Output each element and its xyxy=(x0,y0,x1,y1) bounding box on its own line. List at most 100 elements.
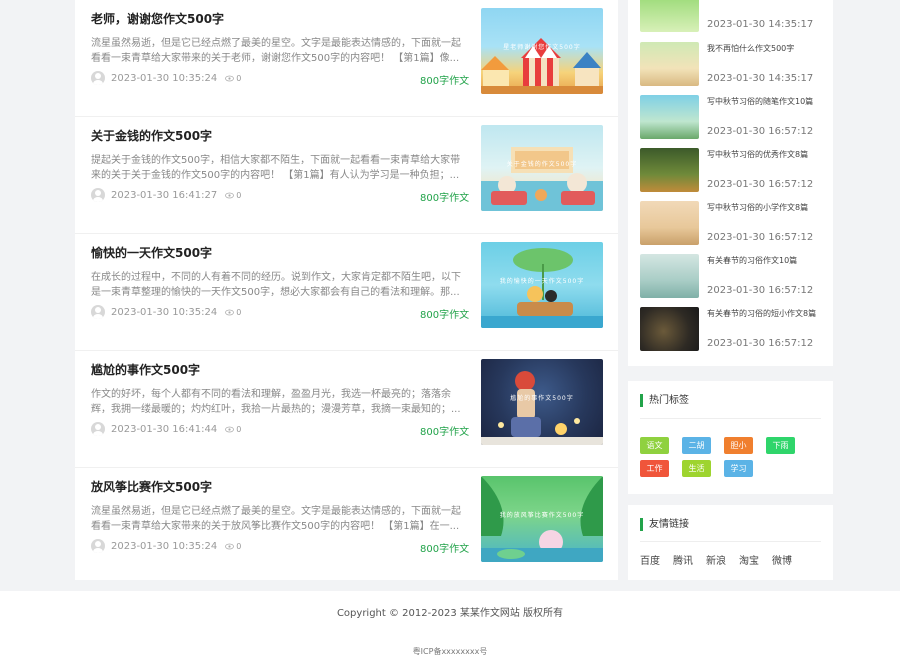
sidebar-article-date: 2023-01-30 16:57:12 xyxy=(707,285,814,296)
divider xyxy=(640,541,821,542)
article-thumbnail[interactable]: 关于金钱的作文500字 xyxy=(481,125,603,211)
sidebar-article-date: 2023-01-30 16:57:12 xyxy=(707,126,814,137)
sidebar-article-thumbnail[interactable] xyxy=(640,307,699,351)
eye-icon xyxy=(225,192,236,199)
divider xyxy=(640,418,821,419)
sidebar-article-date: 2023-01-30 14:35:17 xyxy=(707,73,814,84)
sidebar-article-item[interactable]: 我不再怕什么作文500字 2023-01-30 14:35:17 xyxy=(640,42,825,88)
article-category[interactable]: 800字作文 xyxy=(420,72,469,87)
view-count: 0 xyxy=(236,190,242,200)
sidebar-article-item[interactable]: 写中秋节习俗的随笔作文10篇 2023-01-30 16:57:12 xyxy=(640,95,825,141)
friend-link[interactable]: 淘宝 xyxy=(739,552,759,567)
avatar xyxy=(91,305,105,319)
sidebar-article-title[interactable]: 有关春节的习俗作文10篇 xyxy=(707,255,825,267)
article-meta: 2023-01-30 16:41:27 0 xyxy=(91,188,241,202)
article-date: 2023-01-30 16:41:27 xyxy=(111,189,218,201)
tag-chip[interactable]: 语文 xyxy=(640,437,669,454)
sidebar-article-title[interactable]: 有关春节的习俗的短小作文8篇 xyxy=(707,308,825,320)
hot-tags-box: 热门标签 语文 二胡 胆小 下雨 工作 生活 学习 xyxy=(628,381,833,494)
friend-link[interactable]: 微博 xyxy=(772,552,792,567)
avatar xyxy=(91,188,105,202)
sidebar-article-thumbnail[interactable] xyxy=(640,254,699,298)
friend-link[interactable]: 百度 xyxy=(640,552,660,567)
article-date: 2023-01-30 10:35:24 xyxy=(111,540,218,552)
article-category[interactable]: 800字作文 xyxy=(420,306,469,321)
article-item[interactable]: 尴尬的事作文500字 作文的好坏，每个人都有不同的看法和理解，盈盈月光，我选一杯… xyxy=(75,351,618,468)
article-excerpt: 流星虽然易逝，但是它已经点燃了最美的星空。文字是最能表达情感的，下面就一起看看一… xyxy=(91,38,461,64)
article-excerpt: 流星虽然易逝，但是它已经点燃了最美的星空。文字是最能表达情感的，下面就一起看看一… xyxy=(91,506,461,532)
sidebar-article-thumbnail[interactable] xyxy=(640,148,699,192)
friend-link[interactable]: 腾讯 xyxy=(673,552,693,567)
thumbnail-caption: 关于金钱的作文500字 xyxy=(506,161,578,168)
article-thumbnail[interactable]: 星老师谢谢您作文500字 xyxy=(481,8,603,94)
friend-links-title: 友情链接 xyxy=(640,518,689,531)
eye-icon xyxy=(225,309,236,316)
sidebar-article-title[interactable]: 写中秋节习俗的小学作文8篇 xyxy=(707,202,825,214)
article-list: 老师，谢谢您作文500字 流星虽然易逝，但是它已经点燃了最美的星空。文字是最能表… xyxy=(75,0,618,580)
friend-links-box: 友情链接 百度 腾讯 新浪 淘宝 微博 xyxy=(628,505,833,580)
avatar xyxy=(91,539,105,553)
article-category[interactable]: 800字作文 xyxy=(420,540,469,555)
article-title[interactable]: 尴尬的事作文500字 xyxy=(91,361,200,378)
article-title[interactable]: 愉快的一天作文500字 xyxy=(91,244,212,261)
tag-chip[interactable]: 工作 xyxy=(640,460,669,477)
sidebar-article-item[interactable]: 有关春节的习俗作文10篇 2023-01-30 16:57:12 xyxy=(640,254,825,300)
sidebar-article-date: 2023-01-30 16:57:12 xyxy=(707,179,814,190)
article-meta: 2023-01-30 10:35:24 0 xyxy=(91,539,241,553)
article-category[interactable]: 800字作文 xyxy=(420,189,469,204)
article-date: 2023-01-30 10:35:24 xyxy=(111,306,218,318)
sidebar-article-thumbnail[interactable] xyxy=(640,0,699,32)
eye-icon xyxy=(225,426,236,433)
sidebar-article-date: 2023-01-30 16:57:12 xyxy=(707,338,814,349)
sidebar-article-date: 2023-01-30 16:57:12 xyxy=(707,232,814,243)
article-excerpt: 在成长的过程中，不同的人有着不同的经历。说到作文，大家肯定都不陌生吧，以下是一束… xyxy=(91,272,461,298)
article-thumbnail[interactable]: 尴尬的事作文500字 xyxy=(481,359,603,445)
view-count: 0 xyxy=(236,424,242,434)
footer: Copyright © 2012-2023 某某作文网站 版权所有 粤ICP备x… xyxy=(0,591,900,664)
tag-chip[interactable]: 二胡 xyxy=(682,437,711,454)
friend-link[interactable]: 新浪 xyxy=(706,552,726,567)
article-item[interactable]: 关于金钱的作文500字 提起关于金钱的作文500字，相信大家都不陌生，下面就一起… xyxy=(75,117,618,234)
sidebar-article-thumbnail[interactable] xyxy=(640,201,699,245)
sidebar-article-thumbnail[interactable] xyxy=(640,42,699,86)
article-thumbnail[interactable]: 我的愉快的一天作文500字 xyxy=(481,242,603,328)
thumbnail-caption: 我的愉快的一天作文500字 xyxy=(499,278,585,285)
article-meta: 2023-01-30 10:35:24 0 xyxy=(91,305,241,319)
eye-icon xyxy=(225,543,236,550)
article-item[interactable]: 老师，谢谢您作文500字 流星虽然易逝，但是它已经点燃了最美的星空。文字是最能表… xyxy=(75,0,618,117)
article-thumbnail[interactable]: 我的放风筝比赛作文500字 xyxy=(481,476,603,562)
sidebar-article-item[interactable]: 写中秋节习俗的小学作文8篇 2023-01-30 16:57:12 xyxy=(640,201,825,247)
icp-link[interactable]: 粤ICP备xxxxxxxx号 xyxy=(0,646,900,657)
tag-chip[interactable]: 学习 xyxy=(724,460,753,477)
sidebar-article-title[interactable]: 我不再怕什么作文500字 xyxy=(707,43,825,55)
sidebar-article-item[interactable]: 2023-01-30 14:35:17 xyxy=(640,0,825,34)
thumbnail-caption: 尴尬的事作文500字 xyxy=(510,395,574,402)
article-title[interactable]: 老师，谢谢您作文500字 xyxy=(91,10,224,27)
article-title[interactable]: 放风筝比赛作文500字 xyxy=(91,478,212,495)
article-excerpt: 作文的好坏，每个人都有不同的看法和理解，盈盈月光，我选一杯最亮的；落落余辉，我拥… xyxy=(91,389,461,415)
sidebar-article-thumbnail[interactable] xyxy=(640,95,699,139)
sidebar-article-item[interactable]: 有关春节的习俗的短小作文8篇 2023-01-30 16:57:12 xyxy=(640,307,825,353)
article-date: 2023-01-30 16:41:44 xyxy=(111,423,218,435)
article-meta: 2023-01-30 10:35:24 0 xyxy=(91,71,241,85)
view-count: 0 xyxy=(236,541,242,551)
article-category[interactable]: 800字作文 xyxy=(420,423,469,438)
article-item[interactable]: 放风筝比赛作文500字 流星虽然易逝，但是它已经点燃了最美的星空。文字是最能表达… xyxy=(75,468,618,585)
tag-chip[interactable]: 生活 xyxy=(682,460,711,477)
article-meta: 2023-01-30 16:41:44 0 xyxy=(91,422,241,436)
sidebar-article-title[interactable]: 写中秋节习俗的优秀作文8篇 xyxy=(707,149,825,161)
view-count: 0 xyxy=(236,307,242,317)
tag-chip[interactable]: 胆小 xyxy=(724,437,753,454)
sidebar-article-title[interactable]: 写中秋节习俗的随笔作文10篇 xyxy=(707,96,825,108)
article-item[interactable]: 愉快的一天作文500字 在成长的过程中，不同的人有着不同的经历。说到作文，大家肯… xyxy=(75,234,618,351)
avatar xyxy=(91,422,105,436)
tag-chip[interactable]: 下雨 xyxy=(766,437,795,454)
eye-icon xyxy=(225,75,236,82)
sidebar-article-list: 2023-01-30 14:35:17 我不再怕什么作文500字 2023-01… xyxy=(628,0,833,366)
article-title[interactable]: 关于金钱的作文500字 xyxy=(91,127,212,144)
thumbnail-caption: 星老师谢谢您作文500字 xyxy=(503,44,581,51)
article-excerpt: 提起关于金钱的作文500字，相信大家都不陌生，下面就一起看看一束青草给大家带来的… xyxy=(91,155,461,181)
copyright-text: Copyright © 2012-2023 某某作文网站 版权所有 xyxy=(336,608,564,619)
thumbnail-caption: 我的放风筝比赛作文500字 xyxy=(499,512,585,519)
sidebar-article-item[interactable]: 写中秋节习俗的优秀作文8篇 2023-01-30 16:57:12 xyxy=(640,148,825,194)
